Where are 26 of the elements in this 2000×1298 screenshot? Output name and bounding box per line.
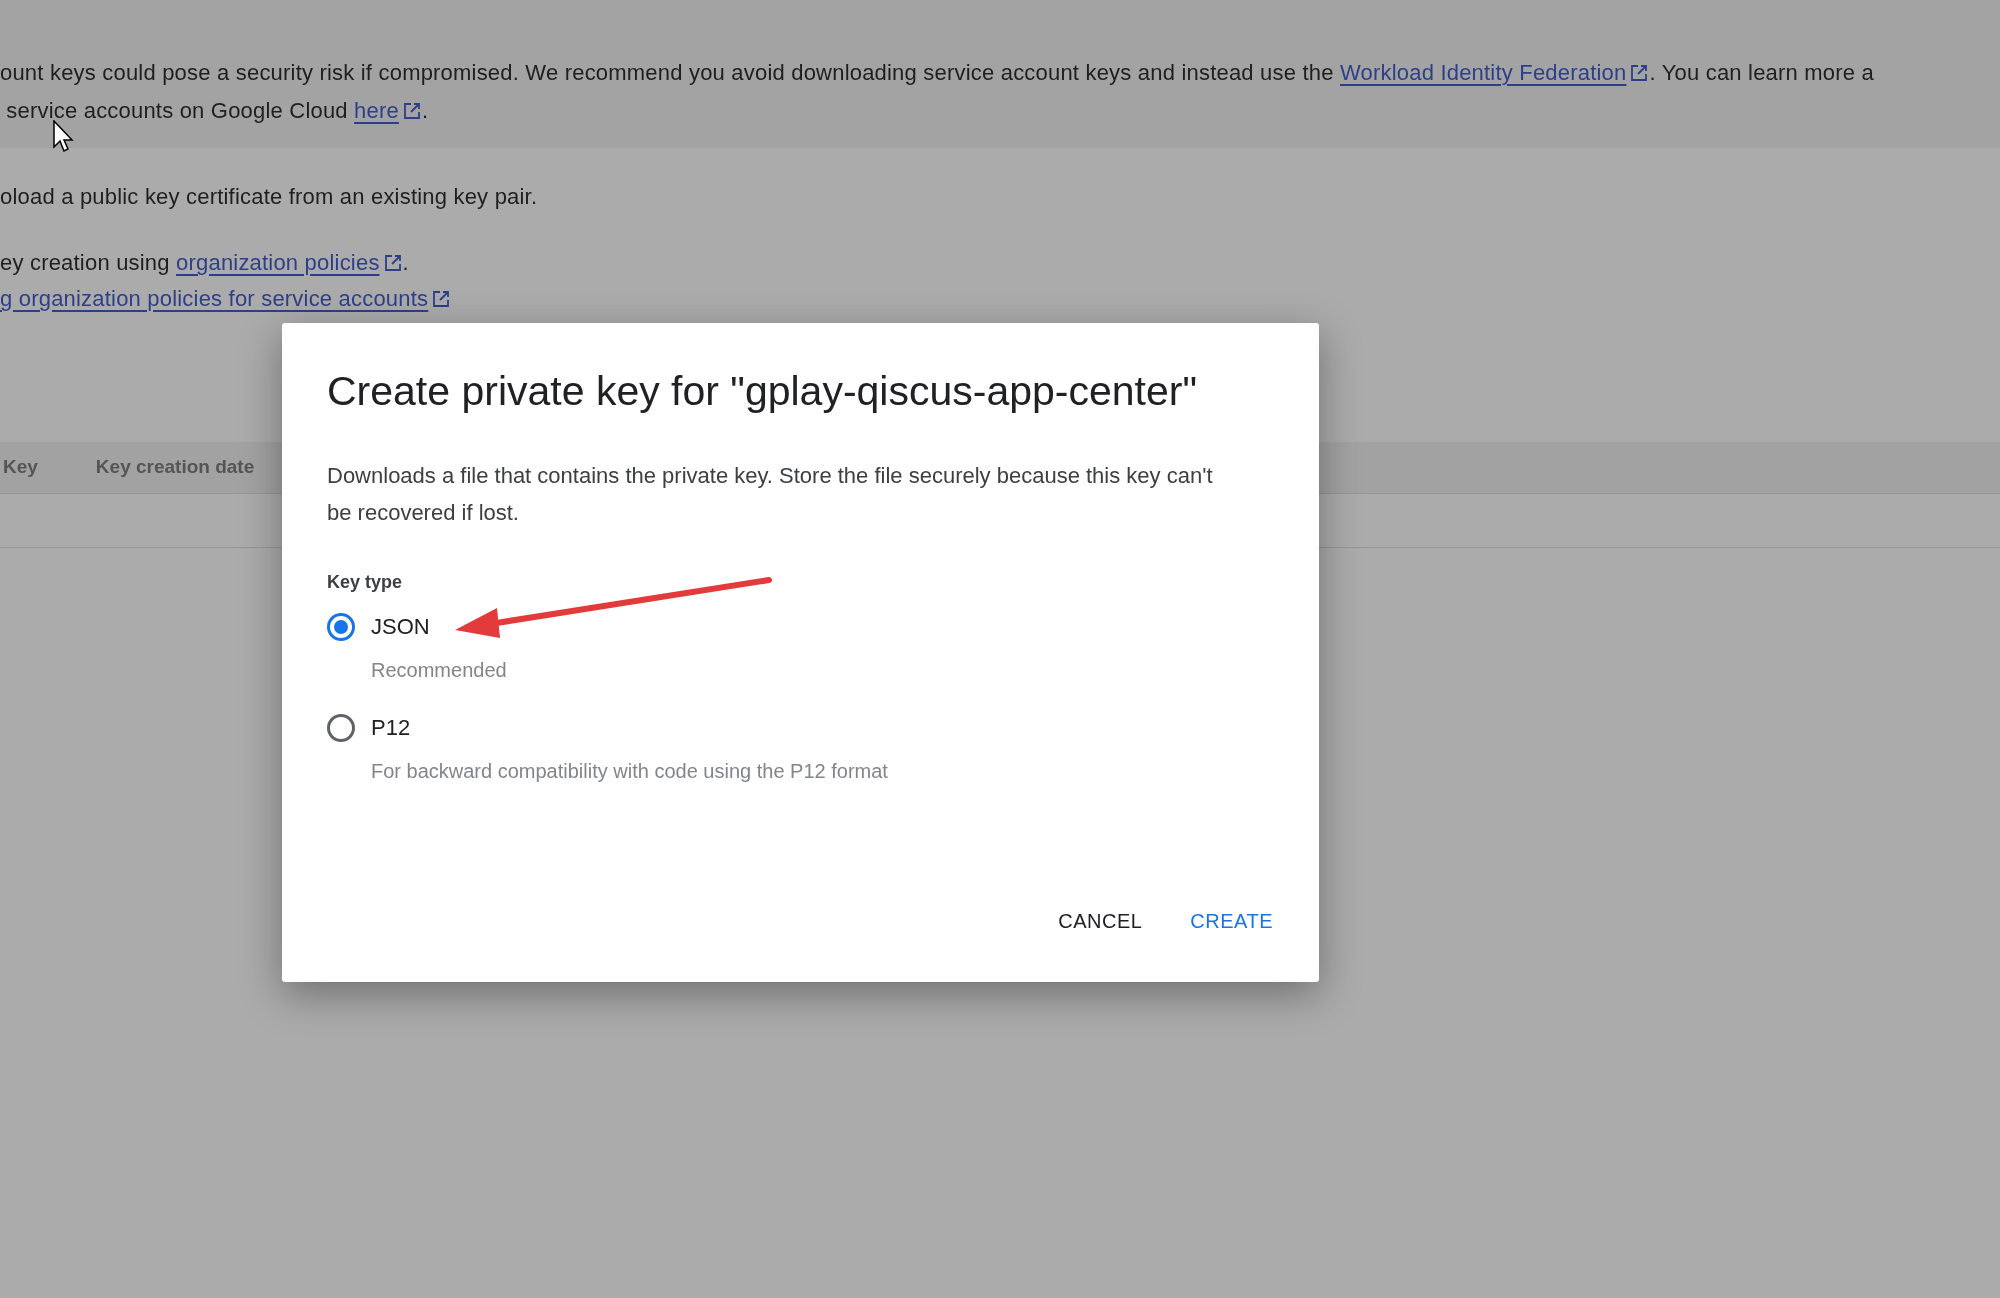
cancel-button[interactable]: CANCEL (1038, 896, 1163, 946)
link[interactable]: Workload Identity Federation (1339, 60, 1650, 85)
external-link-icon (382, 253, 403, 273)
cursor-icon (53, 120, 75, 154)
external-link-icon (431, 289, 452, 309)
info-text: oload a public key certificate from an existing key pair. (0, 184, 539, 210)
option-label: P12 (371, 714, 411, 742)
external-link-icon (401, 101, 422, 121)
dialog-description: Downloads a file that contains the private key. Store the file securely because this key can't be recovered if lost. (327, 462, 1214, 527)
option-hint: For backward compatibility with code using the P12 format (371, 759, 889, 784)
radio-button[interactable] (327, 713, 355, 742)
option-hint: Recommended (371, 658, 508, 683)
external-link-icon (1629, 63, 1650, 83)
info-text: ey creation using organization policies . (0, 250, 410, 276)
warning-text: service accounts on Google Cloud here . (5, 98, 430, 124)
column-header: Key (3, 455, 38, 480)
link[interactable]: here (354, 98, 422, 123)
link[interactable]: organization policies (176, 250, 403, 275)
dialog-title: Create private key for "gplay-qiscus-app-center" (327, 367, 1198, 416)
radio-button[interactable] (327, 612, 355, 641)
link[interactable]: g organization policies for service accounts (0, 286, 452, 311)
warning-text: ount keys could pose a security risk if compromised. We recommend you avoid downloading service account keys and instead use the Workload Identity Federation . You can learn more a (0, 60, 1875, 86)
field-label: Key type (327, 571, 404, 594)
create-button[interactable]: CREATE (1170, 896, 1293, 946)
option-label: JSON (371, 613, 430, 641)
column-header: Key creation date (95, 455, 255, 480)
